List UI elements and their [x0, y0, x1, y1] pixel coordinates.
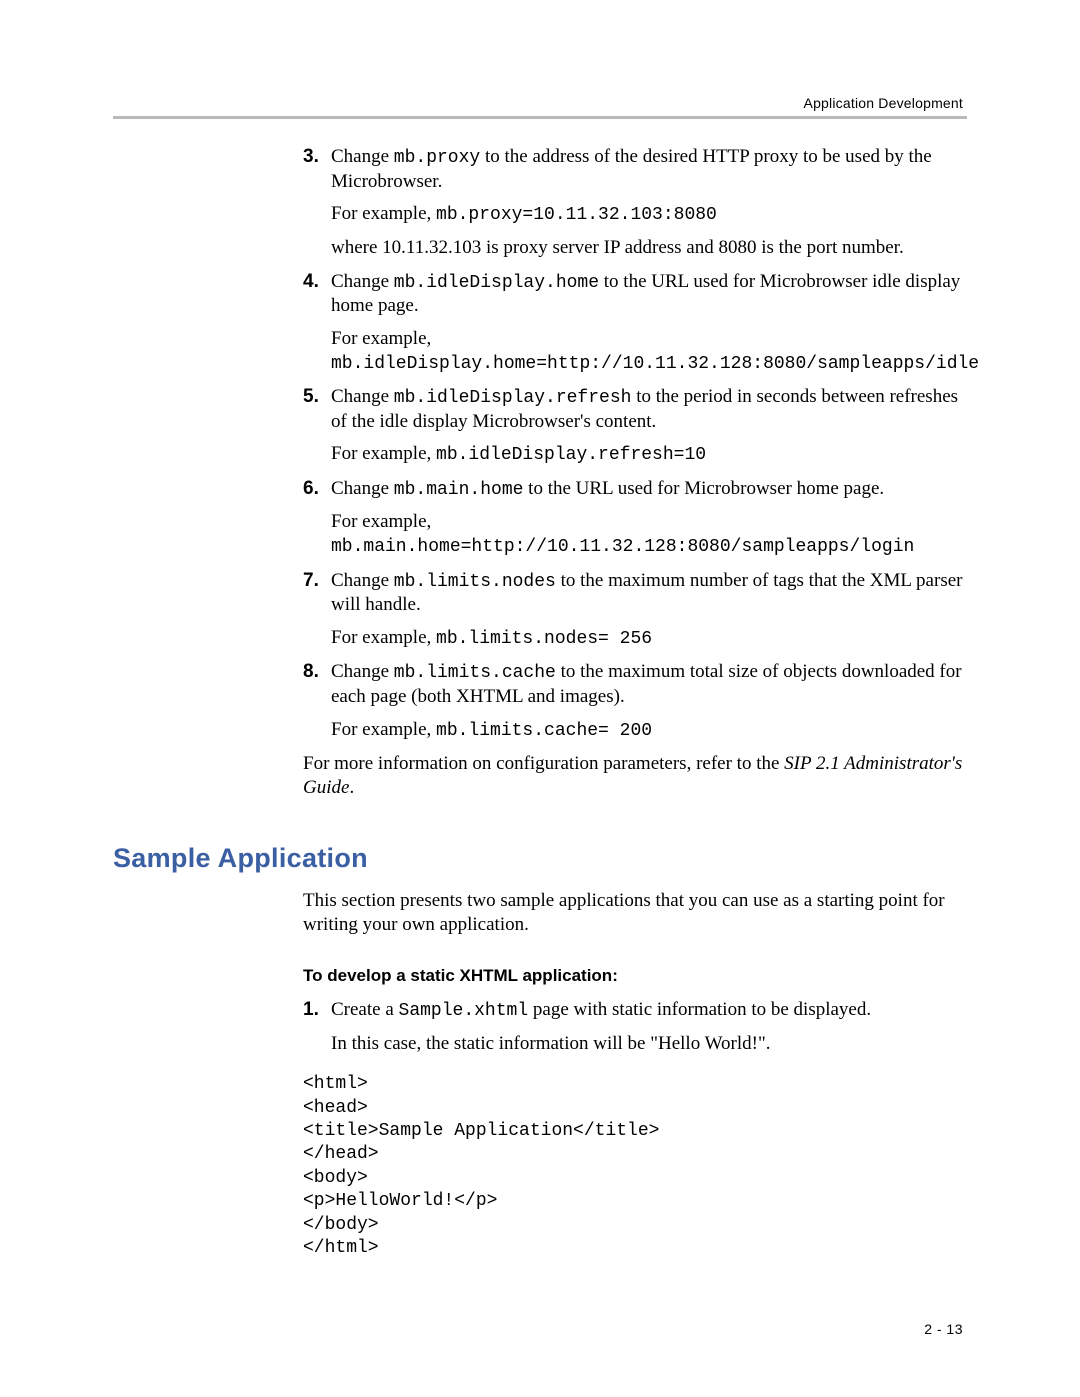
step-8: 8. Change mb.limits.cache to the maximum…: [303, 660, 967, 742]
step-text: Change mb.main.home to the URL used for …: [331, 477, 967, 502]
more-info: For more information on configuration pa…: [303, 752, 967, 800]
step-number: 1.: [303, 998, 319, 1022]
step-note: In this case, the static information wil…: [331, 1032, 967, 1056]
step-3: 3. Change mb.proxy to the address of the…: [303, 145, 967, 260]
section-title-sample-application: Sample Application: [113, 842, 967, 876]
page-number: 2 - 13: [924, 1321, 963, 1337]
step-text: Change mb.limits.cache to the maximum to…: [331, 660, 967, 708]
subheading-static-xhtml: To develop a static XHTML application:: [303, 965, 967, 986]
step-7: 7. Change mb.limits.nodes to the maximum…: [303, 569, 967, 651]
section-intro: This section presents two sample applica…: [303, 889, 967, 937]
step-example: For example, mb.limits.cache= 200: [331, 718, 967, 743]
step-number: 7.: [303, 569, 319, 593]
step-example: For example, mb.proxy=10.11.32.103:8080: [331, 202, 967, 227]
step-number: 6.: [303, 477, 319, 501]
step-number: 5.: [303, 385, 319, 409]
step-example: For example, mb.limits.nodes= 256: [331, 626, 967, 651]
sample-steps: 1. Create a Sample.xhtml page with stati…: [303, 998, 967, 1055]
step-example: For example, mb.idleDisplay.refresh=10: [331, 442, 967, 467]
step-note: where 10.11.32.103 is proxy server IP ad…: [331, 236, 967, 260]
header-rule: [113, 116, 967, 119]
step-text: Change mb.idleDisplay.home to the URL us…: [331, 270, 967, 318]
running-header: Application Development: [804, 95, 963, 111]
step-example: For example, mb.idleDisplay.home=http://…: [331, 327, 967, 375]
step-text: Change mb.limits.nodes to the maximum nu…: [331, 569, 967, 617]
body-column: 3. Change mb.proxy to the address of the…: [303, 145, 967, 800]
step-6: 6. Change mb.main.home to the URL used f…: [303, 477, 967, 559]
content-area: 3. Change mb.proxy to the address of the…: [113, 145, 967, 1260]
config-steps: 3. Change mb.proxy to the address of the…: [303, 145, 967, 742]
sample-step-1: 1. Create a Sample.xhtml page with stati…: [303, 998, 967, 1055]
code-listing: <html> <head> <title>Sample Application<…: [303, 1073, 967, 1260]
page: Application Development 3. Change mb.pro…: [0, 0, 1080, 1397]
step-text: Create a Sample.xhtml page with static i…: [331, 998, 967, 1023]
step-number: 4.: [303, 270, 319, 294]
body-column-2: This section presents two sample applica…: [303, 889, 967, 1260]
step-number: 8.: [303, 660, 319, 684]
step-number: 3.: [303, 145, 319, 169]
step-4: 4. Change mb.idleDisplay.home to the URL…: [303, 270, 967, 376]
step-example: For example, mb.main.home=http://10.11.3…: [331, 510, 967, 558]
step-5: 5. Change mb.idleDisplay.refresh to the …: [303, 385, 967, 467]
step-text: Change mb.idleDisplay.refresh to the per…: [331, 385, 967, 433]
step-text: Change mb.proxy to the address of the de…: [331, 145, 967, 193]
